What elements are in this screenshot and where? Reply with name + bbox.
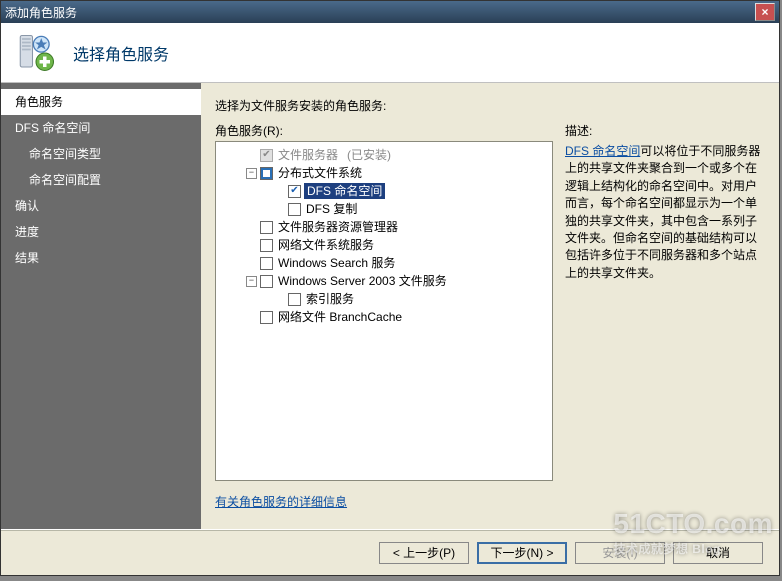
server-role-icon xyxy=(15,32,57,74)
description-panel: 描述: DFS 命名空间可以将位于不同服务器上的共享文件夹聚合到一个或多个在逻辑… xyxy=(565,122,765,523)
wizard-body: 角色服务DFS 命名空间命名空间类型命名空间配置确认进度结果 选择为文件服务安装… xyxy=(1,83,779,529)
tree-node-label[interactable]: 分布式文件系统 xyxy=(276,165,364,181)
tree-node[interactable]: 网络文件系统服务 xyxy=(218,236,550,254)
installed-suffix: (已安装) xyxy=(347,147,391,163)
prompt-text: 选择为文件服务安装的角色服务: xyxy=(215,97,765,114)
tree-node[interactable]: − Windows Server 2003 文件服务 xyxy=(218,272,550,290)
next-button[interactable]: 下一步(N) > xyxy=(477,542,567,564)
tree-node-label[interactable]: 索引服务 xyxy=(304,291,356,307)
tree-node-label[interactable]: Windows Search 服务 xyxy=(276,255,397,271)
window-title: 添加角色服务 xyxy=(5,4,77,21)
add-role-wizard-window: 添加角色服务 × 选择角色服务 角色服务DFS 命名空间命名空间类型命名空间配置… xyxy=(0,0,780,576)
tree-node[interactable]: DFS 命名空间 xyxy=(218,182,550,200)
tree-node-label[interactable]: DFS 命名空间 xyxy=(304,183,385,199)
description-heading: 描述: xyxy=(565,122,765,139)
tree-node[interactable]: 网络文件 BranchCache xyxy=(218,308,550,326)
tree-node-label[interactable]: 网络文件 BranchCache xyxy=(276,309,404,325)
description-link[interactable]: DFS 命名空间 xyxy=(565,144,640,158)
description-text: DFS 命名空间可以将位于不同服务器上的共享文件夹聚合到一个或多个在逻辑上结构化… xyxy=(565,143,765,282)
tree-node[interactable]: 文件服务器 (已安装) xyxy=(218,146,550,164)
tree-node[interactable]: 索引服务 xyxy=(218,290,550,308)
main-panel: 选择为文件服务安装的角色服务: 角色服务(R): 文件服务器 (已安装) − 分布式文… xyxy=(201,83,779,529)
tree-checkbox xyxy=(260,149,273,162)
tree-checkbox[interactable] xyxy=(260,311,273,324)
wizard-steps-sidebar: 角色服务DFS 命名空间命名空间类型命名空间配置确认进度结果 xyxy=(1,83,201,529)
tree-node-label[interactable]: 网络文件系统服务 xyxy=(276,237,376,253)
sidebar-step-5[interactable]: 进度 xyxy=(1,219,201,245)
tree-node-label[interactable]: DFS 复制 xyxy=(304,201,359,217)
close-button[interactable]: × xyxy=(755,3,775,21)
cancel-button[interactable]: 取消 xyxy=(673,542,763,564)
install-button: 安装(I) xyxy=(575,542,665,564)
page-title: 选择角色服务 xyxy=(73,41,169,65)
tree-expander-icon[interactable]: − xyxy=(246,276,257,287)
tree-label: 角色服务(R): xyxy=(215,122,553,139)
description-body: 可以将位于不同服务器上的共享文件夹聚合到一个或多个在逻辑上结构化的命名空间中。对… xyxy=(565,144,760,280)
tree-checkbox[interactable] xyxy=(288,185,301,198)
sidebar-step-4[interactable]: 确认 xyxy=(1,193,201,219)
tree-checkbox[interactable] xyxy=(260,239,273,252)
tree-checkbox[interactable] xyxy=(260,167,273,180)
tree-node[interactable]: − 分布式文件系统 xyxy=(218,164,550,182)
sidebar-step-1[interactable]: DFS 命名空间 xyxy=(1,115,201,141)
wizard-footer: < 上一步(P) 下一步(N) > 安装(I) 取消 xyxy=(1,529,779,575)
sidebar-step-2[interactable]: 命名空间类型 xyxy=(1,141,201,167)
prev-button[interactable]: < 上一步(P) xyxy=(379,542,469,564)
sidebar-step-3[interactable]: 命名空间配置 xyxy=(1,167,201,193)
sidebar-step-6[interactable]: 结果 xyxy=(1,245,201,271)
tree-node-label[interactable]: 文件服务器 xyxy=(276,147,340,163)
more-info-link[interactable]: 有关角色服务的详细信息 xyxy=(215,493,553,510)
role-services-tree[interactable]: 文件服务器 (已安装) − 分布式文件系统 DFS 命名空间 DFS 复制文件服务器资源管… xyxy=(215,141,553,481)
tree-node-label[interactable]: Windows Server 2003 文件服务 xyxy=(276,273,449,289)
tree-checkbox[interactable] xyxy=(288,203,301,216)
tree-checkbox[interactable] xyxy=(288,293,301,306)
tree-node-label[interactable]: 文件服务器资源管理器 xyxy=(276,219,400,235)
titlebar: 添加角色服务 × xyxy=(1,1,779,23)
sidebar-step-0[interactable]: 角色服务 xyxy=(1,89,201,115)
tree-node[interactable]: Windows Search 服务 xyxy=(218,254,550,272)
tree-checkbox[interactable] xyxy=(260,275,273,288)
tree-node[interactable]: DFS 复制 xyxy=(218,200,550,218)
tree-checkbox[interactable] xyxy=(260,221,273,234)
wizard-header: 选择角色服务 xyxy=(1,23,779,83)
tree-expander-icon[interactable]: − xyxy=(246,168,257,179)
tree-checkbox[interactable] xyxy=(260,257,273,270)
tree-node[interactable]: 文件服务器资源管理器 xyxy=(218,218,550,236)
